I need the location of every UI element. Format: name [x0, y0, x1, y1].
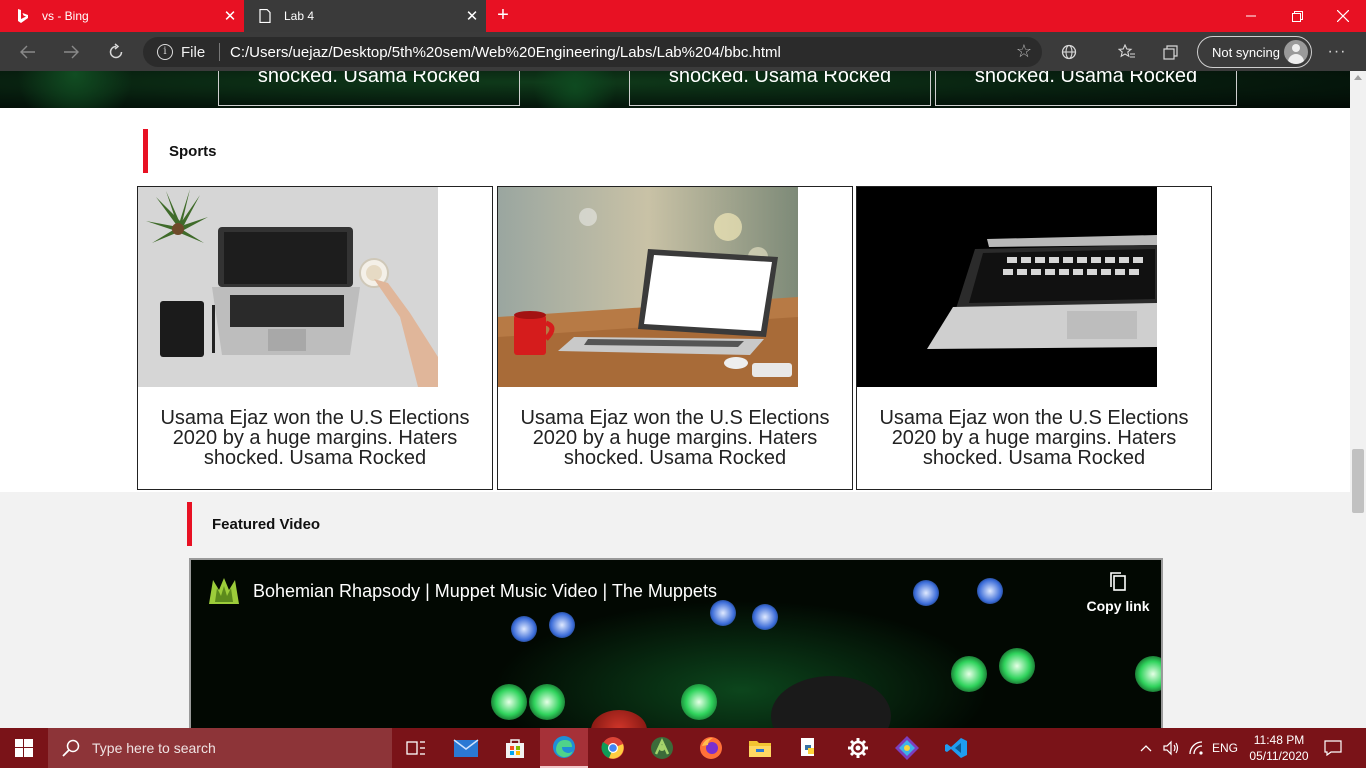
- task-view-icon[interactable]: [392, 728, 440, 768]
- vscode-icon[interactable]: [932, 728, 980, 768]
- show-hidden-icons-icon[interactable]: [1140, 728, 1152, 768]
- close-window-icon[interactable]: [1320, 0, 1366, 32]
- settings-gear-icon[interactable]: [834, 728, 882, 768]
- search-icon: [62, 739, 80, 757]
- system-clock[interactable]: 11:48 PM 05/11/2020: [1244, 732, 1314, 764]
- card-text: shocked. Usama Rocked: [974, 71, 1198, 87]
- top-news-card[interactable]: shocked. Usama Rocked: [935, 71, 1237, 106]
- back-icon[interactable]: [14, 39, 42, 65]
- address-bar[interactable]: i File C:/Users/uejaz/Desktop/5th%20sem/…: [143, 37, 1042, 67]
- tab-bing[interactable]: vs - Bing ✕: [0, 0, 244, 32]
- sports-card[interactable]: Usama Ejaz won the U.S Elections 2020 by…: [856, 186, 1212, 490]
- refresh-icon[interactable]: [102, 39, 130, 65]
- bing-icon: [16, 9, 30, 23]
- favorite-star-icon[interactable]: ☆: [1016, 41, 1032, 62]
- card-caption: Usama Ejaz won the U.S Elections 2020 by…: [879, 407, 1189, 469]
- address-toolbar: i File C:/Users/uejaz/Desktop/5th%20sem/…: [0, 32, 1366, 71]
- globe-icon[interactable]: [1058, 41, 1080, 63]
- wifi-icon[interactable]: [1188, 728, 1206, 768]
- tab-strip: vs - Bing ✕ Lab 4 ✕ +: [0, 0, 1366, 32]
- favorites-icon[interactable]: [1116, 41, 1138, 63]
- embedded-video-player[interactable]: Bohemian Rhapsody | Muppet Music Video |…: [189, 558, 1163, 728]
- section-title: Featured Video: [212, 515, 321, 533]
- new-tab-button[interactable]: +: [492, 4, 514, 28]
- volume-icon[interactable]: [1162, 728, 1180, 768]
- taskbar-search-box[interactable]: Type here to search: [48, 728, 392, 768]
- input-language[interactable]: ENG: [1212, 728, 1238, 768]
- python-icon[interactable]: [785, 728, 833, 768]
- firefox-icon[interactable]: [687, 728, 735, 768]
- divider: [219, 43, 220, 61]
- heading-accent-bar: [143, 129, 148, 173]
- tab-title: Lab 4: [284, 9, 315, 23]
- top-news-card[interactable]: shocked. Usama Rocked: [629, 71, 931, 106]
- video-title[interactable]: Bohemian Rhapsody | Muppet Music Video |…: [253, 581, 717, 602]
- sports-card[interactable]: Usama Ejaz won the U.S Elections 2020 by…: [497, 186, 853, 490]
- mail-icon[interactable]: [442, 728, 490, 768]
- file-explorer-icon[interactable]: [736, 728, 784, 768]
- collections-icon[interactable]: [1160, 41, 1182, 63]
- section-title: Sports: [169, 142, 217, 160]
- info-icon[interactable]: i: [157, 44, 173, 60]
- scrollbar-thumb[interactable]: [1352, 449, 1364, 513]
- git-app-icon[interactable]: [883, 728, 931, 768]
- tab-title: vs - Bing: [42, 9, 89, 23]
- card-caption: Usama Ejaz won the U.S Elections 2020 by…: [160, 407, 470, 469]
- tab-lab4[interactable]: Lab 4 ✕: [244, 0, 486, 32]
- restore-icon[interactable]: [1274, 0, 1320, 32]
- windows-taskbar: Type here to search ENG 11:48 PM 05/11/2…: [0, 728, 1366, 768]
- profile-sync-button[interactable]: Not syncing: [1197, 36, 1312, 68]
- sports-heading: Sports: [143, 129, 217, 173]
- featured-video-heading: Featured Video: [187, 502, 320, 546]
- notifications-icon[interactable]: [1324, 728, 1342, 768]
- start-button[interactable]: [0, 728, 48, 768]
- copy-link-button[interactable]: Copy link: [1083, 570, 1153, 614]
- url-text[interactable]: C:/Users/uejaz/Desktop/5th%20sem/Web%20E…: [230, 44, 781, 61]
- sync-label: Not syncing: [1212, 44, 1280, 60]
- tab-close-icon[interactable]: ✕: [216, 7, 244, 25]
- edge-icon[interactable]: [540, 728, 588, 768]
- card-caption: Usama Ejaz won the U.S Elections 2020 by…: [520, 407, 830, 469]
- minimize-icon[interactable]: [1228, 0, 1274, 32]
- page-scrollbar[interactable]: [1350, 71, 1366, 728]
- clock-time: 11:48 PM: [1253, 733, 1305, 747]
- top-news-card[interactable]: shocked. Usama Rocked: [218, 71, 520, 106]
- page-icon: [258, 9, 272, 23]
- store-icon[interactable]: [491, 728, 539, 768]
- avatar: [1284, 40, 1308, 64]
- tab-close-icon[interactable]: ✕: [458, 7, 486, 25]
- copy-link-label: Copy link: [1086, 598, 1150, 614]
- more-menu-icon[interactable]: ···: [1326, 41, 1348, 63]
- clock-date: 05/11/2020: [1249, 749, 1309, 763]
- android-studio-icon[interactable]: [638, 728, 686, 768]
- search-placeholder: Type here to search: [92, 740, 216, 756]
- copy-icon: [1110, 572, 1126, 591]
- windows-logo-icon: [15, 739, 33, 757]
- scroll-up-icon[interactable]: [1354, 75, 1362, 80]
- heading-accent-bar: [187, 502, 192, 546]
- card-text: shocked. Usama Rocked: [668, 71, 892, 87]
- dark-laptop-photo: [857, 187, 1157, 387]
- forward-icon[interactable]: [57, 39, 85, 65]
- card-text: shocked. Usama Rocked: [257, 71, 481, 87]
- laptop-desk-photo: [498, 187, 798, 387]
- laptop-photo: [138, 187, 438, 387]
- protocol-label: File: [181, 44, 206, 61]
- page-viewport: shocked. Usama Rocked shocked. Usama Roc…: [0, 71, 1350, 728]
- chrome-icon[interactable]: [589, 728, 637, 768]
- sports-card[interactable]: Usama Ejaz won the U.S Elections 2020 by…: [137, 186, 493, 490]
- channel-logo-icon[interactable]: [207, 576, 241, 608]
